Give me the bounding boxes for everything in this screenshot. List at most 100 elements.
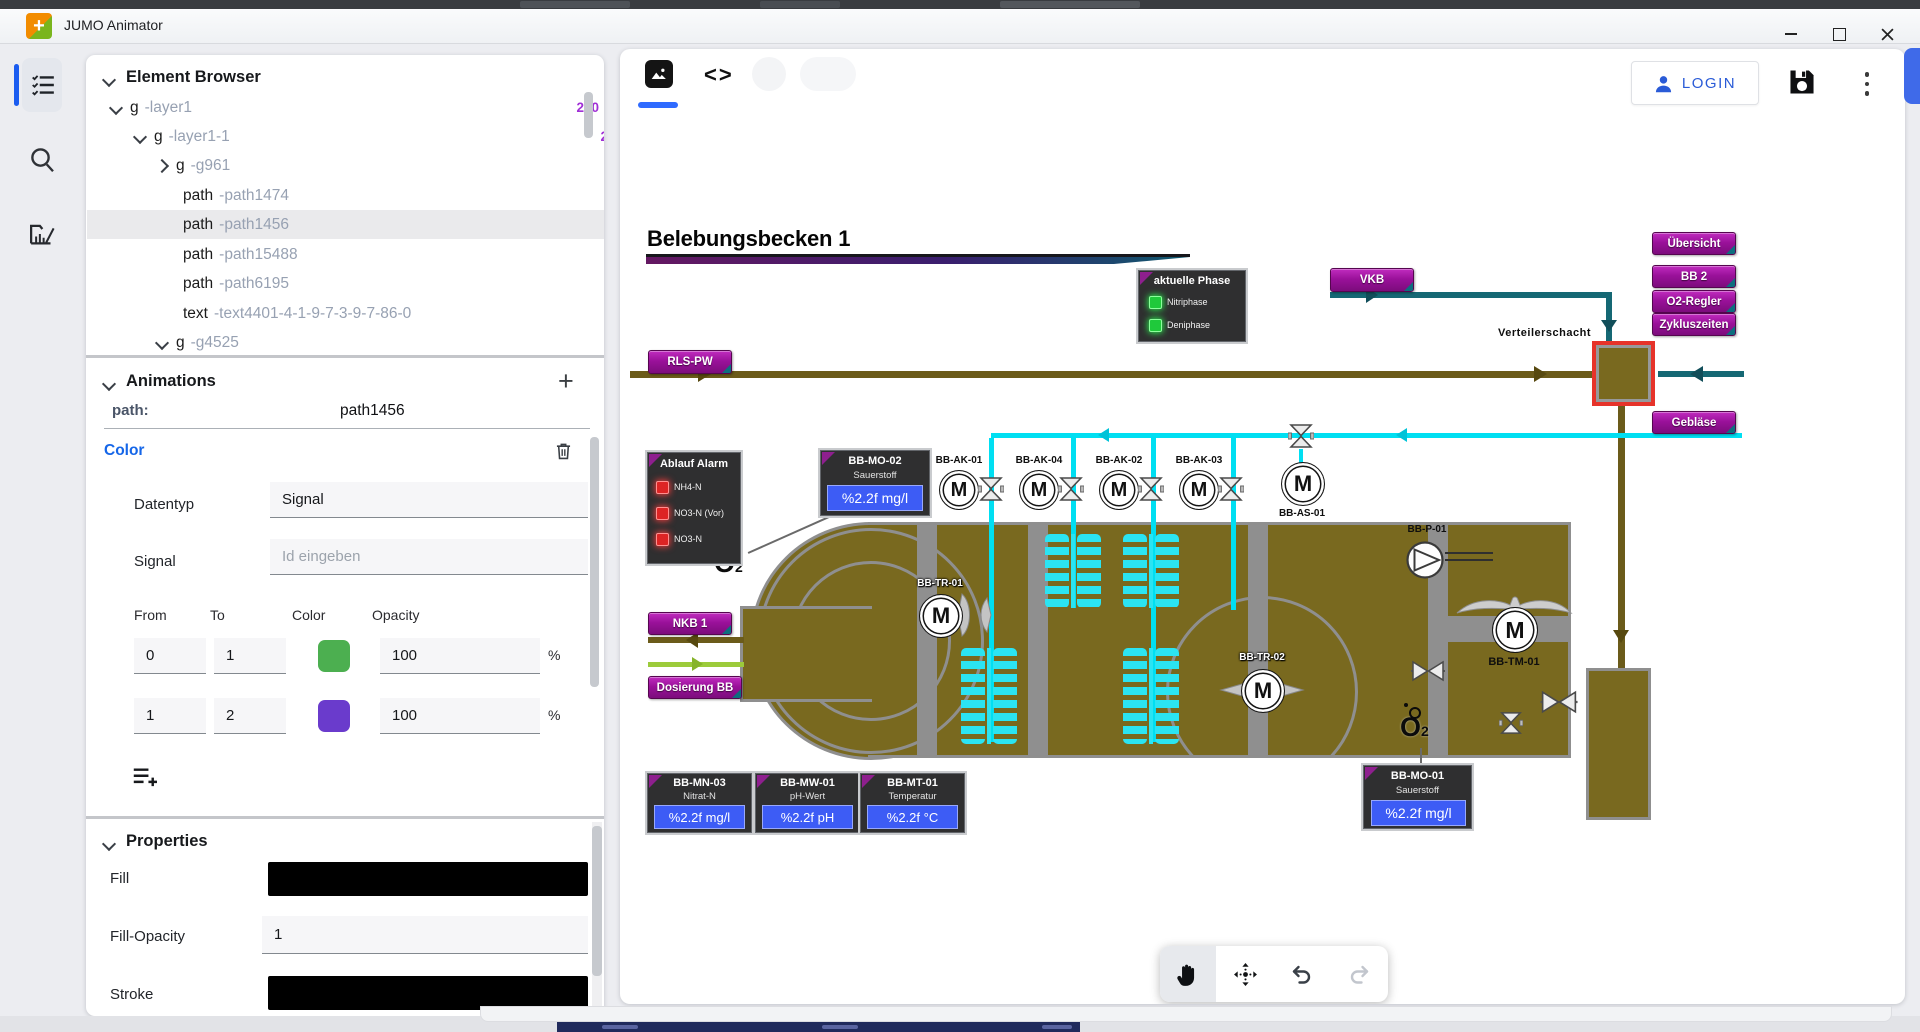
chevron-down-icon[interactable] xyxy=(109,100,123,114)
tree-row-path1474[interactable]: path-path1474 xyxy=(87,181,604,210)
animation-color-link[interactable]: Color xyxy=(104,442,144,460)
nav-button-zykluszeiten[interactable]: Zykluszeiten xyxy=(1652,313,1736,336)
stroke-color-swatch[interactable] xyxy=(268,976,588,1010)
tree-row-path15488[interactable]: path-path15488 xyxy=(87,240,604,269)
hand-tool-button[interactable] xyxy=(1160,946,1216,1002)
opacity-input-1[interactable] xyxy=(380,638,540,674)
to-input-2[interactable] xyxy=(214,698,286,734)
motor-ak04[interactable]: M xyxy=(1019,470,1059,510)
sidebar-item-element-browser[interactable] xyxy=(30,72,56,103)
delete-animation-button[interactable] xyxy=(553,440,574,467)
window-minimize-button[interactable] xyxy=(1776,23,1806,45)
nav-button-uebersicht[interactable]: Übersicht xyxy=(1652,232,1736,255)
chevron-down-icon[interactable] xyxy=(155,335,169,349)
add-animation-button[interactable]: + xyxy=(558,366,574,397)
nav-button-bb2[interactable]: BB 2 xyxy=(1652,265,1736,288)
tree-row-layer1[interactable]: g-layer1 220 xyxy=(87,93,604,122)
fill-opacity-input[interactable] xyxy=(262,916,588,954)
signal-label: Signal xyxy=(134,553,176,570)
motor-tr02[interactable]: M xyxy=(1241,669,1285,713)
animations-title: Animations xyxy=(126,372,216,391)
motor-as01[interactable]: M xyxy=(1281,462,1325,506)
add-row-button[interactable] xyxy=(132,766,160,793)
fill-color-swatch[interactable] xyxy=(268,862,588,896)
chevron-down-icon[interactable] xyxy=(102,377,116,391)
ghost-control xyxy=(752,57,786,91)
opacity-input-2[interactable] xyxy=(380,698,540,734)
sidebar-item-library[interactable] xyxy=(28,218,58,255)
nav-button-geblaese[interactable]: Gebläse xyxy=(1652,411,1736,434)
valve-ak01[interactable] xyxy=(978,476,1004,507)
redo-button[interactable] xyxy=(1331,946,1387,1002)
pump-shaft xyxy=(1445,552,1493,554)
nav-button-dosierung[interactable]: Dosierung BB xyxy=(648,676,742,699)
background-window-edge xyxy=(1904,48,1920,104)
properties-scrollbar[interactable] xyxy=(592,826,602,976)
nav-button-nkb1[interactable]: NKB 1 xyxy=(648,612,732,635)
alarm-panel: Ablauf Alarm NH4-N NO3-N (Vor) NO3-N xyxy=(647,452,741,564)
from-input-1[interactable] xyxy=(134,638,206,674)
valve-h[interactable] xyxy=(1540,690,1578,719)
pump-shaft xyxy=(1445,559,1493,561)
hand-icon xyxy=(1175,961,1201,987)
tree-row-layer1-1[interactable]: g-layer1-1 220 xyxy=(87,122,604,151)
nav-button-o2-regler[interactable]: O2-Regler xyxy=(1652,290,1736,313)
pump-p01[interactable] xyxy=(1405,540,1445,585)
tree-row-path6195[interactable]: path-path6195 xyxy=(87,269,604,298)
datentyp-select[interactable]: Signal xyxy=(270,482,588,518)
top-edge-strip xyxy=(0,0,1920,9)
move-icon xyxy=(1233,962,1258,987)
led-red xyxy=(656,507,669,520)
tree-row-g961[interactable]: g-g961 xyxy=(87,151,604,180)
tree-row-text4401[interactable]: text-text4401-4-1-9-7-3-9-7-86-0 xyxy=(87,299,604,328)
stroke-label: Stroke xyxy=(110,986,153,1003)
valve-ak02[interactable] xyxy=(1138,476,1164,507)
undo-button[interactable] xyxy=(1274,946,1330,1002)
to-input-1[interactable] xyxy=(214,638,286,674)
meter-mo2: BB-MO-02 Sauerstoff %2.2f mg/l xyxy=(820,450,930,516)
valve-v[interactable] xyxy=(1499,704,1523,747)
move-tool-button[interactable] xyxy=(1217,946,1273,1002)
valve-as01[interactable] xyxy=(1288,423,1314,454)
sidebar-item-search[interactable] xyxy=(28,144,58,181)
add-row-icon xyxy=(132,766,160,788)
jumo-logo-icon: + xyxy=(26,13,52,39)
tree-scrollbar[interactable] xyxy=(584,92,593,138)
save-button[interactable] xyxy=(1787,67,1817,102)
tab-code-view[interactable]: <> xyxy=(704,62,734,88)
tree-row-path1456[interactable]: path-path1456 1 xyxy=(87,210,604,239)
canvas-panel: <> LOGIN Belebungsbecken 1 xyxy=(620,49,1905,1004)
motor-tm01[interactable]: M xyxy=(1492,607,1538,653)
nav-button-rls-pw[interactable]: RLS-PW xyxy=(648,350,732,374)
from-input-2[interactable] xyxy=(134,698,206,734)
motor-ak03[interactable]: M xyxy=(1179,470,1219,510)
window-close-button[interactable] xyxy=(1872,23,1902,45)
kebab-menu-button[interactable] xyxy=(1860,68,1874,100)
color-swatch-2[interactable] xyxy=(318,700,350,732)
selected-element-highlight[interactable] xyxy=(1592,341,1655,406)
meter-mw01: BB-MW-01 pH-Wert %2.2f pH xyxy=(755,773,860,833)
motor-tr01[interactable]: M xyxy=(919,594,963,638)
nav-button-vkb[interactable]: VKB xyxy=(1330,268,1414,292)
chevron-right-icon[interactable] xyxy=(155,158,169,172)
window-maximize-button[interactable] xyxy=(1824,23,1854,45)
phase-panel: aktuelle Phase Nitriphase Deniphase xyxy=(1138,270,1246,342)
color-swatch-1[interactable] xyxy=(318,640,350,672)
undo-icon xyxy=(1289,961,1315,987)
chevron-down-icon[interactable] xyxy=(102,837,116,851)
chevron-down-icon[interactable] xyxy=(133,129,147,143)
valve-h[interactable] xyxy=(1411,660,1445,687)
tab-graphic-view[interactable] xyxy=(645,60,673,88)
chevron-down-icon[interactable] xyxy=(102,73,116,87)
animations-scrollbar[interactable] xyxy=(590,437,599,687)
valve-ak03[interactable] xyxy=(1218,476,1244,507)
pipe-teal-down xyxy=(1606,292,1612,342)
o2-sensor-symbol[interactable]: O2 xyxy=(1400,712,1429,743)
tree-row-g4525[interactable]: g-g4525 1 xyxy=(87,331,604,354)
motor-ak01[interactable]: M xyxy=(939,470,979,510)
motor-ak02[interactable]: M xyxy=(1099,470,1139,510)
canvas-toolbar xyxy=(1160,946,1388,1002)
login-button[interactable]: LOGIN xyxy=(1631,61,1759,105)
signal-input[interactable] xyxy=(270,539,588,575)
valve-ak04[interactable] xyxy=(1058,476,1084,507)
